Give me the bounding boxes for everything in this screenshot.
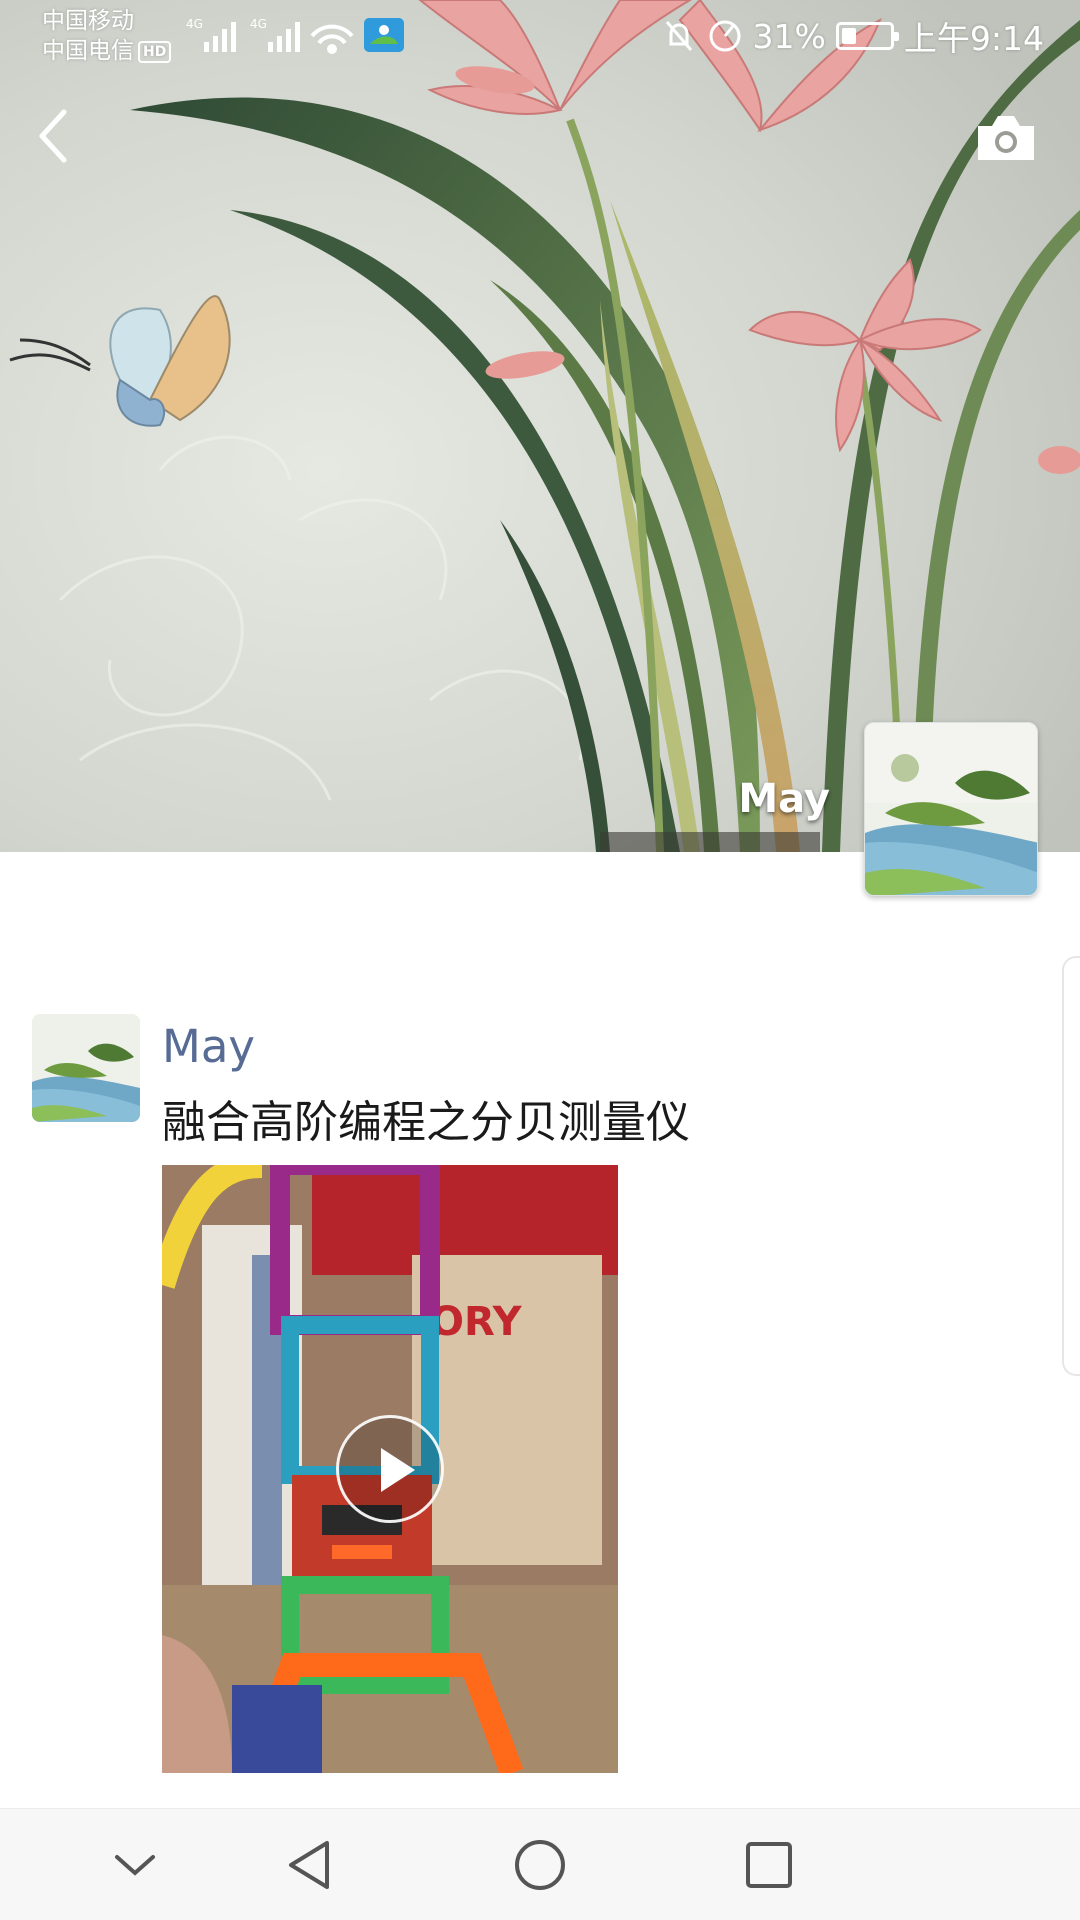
system-nav-bar [0,1808,1080,1920]
profile-avatar[interactable] [864,722,1038,896]
chevron-left-icon[interactable] [28,104,84,168]
home-circle-icon[interactable] [505,1833,575,1897]
post-text: 融合高阶编程之分贝测量仪 [162,1097,690,1148]
camera-icon[interactable] [974,112,1038,164]
cover-user-name: May [738,776,830,822]
battery-percent: 31% [752,16,826,56]
carrier-2: 中国电信 [42,38,134,64]
hd-badge: HD [138,40,172,63]
carrier-1: 中国移动 [42,8,134,34]
post-author-name[interactable]: May [162,1020,255,1073]
side-drawer-handle[interactable] [1062,956,1080,1376]
data-saver-icon [709,20,741,52]
mute-icon [665,21,692,51]
status-right: 31% 上午9:14 [661,14,1044,58]
network-type-1: 4G [186,17,203,31]
svg-text:ORY: ORY [430,1299,523,1345]
clock: 上午9:14 [903,19,1044,58]
carrier-info: 中国移动 中国电信 HD [42,6,172,66]
video-thumbnail[interactable]: ORY [162,1165,618,1773]
recents-square-icon[interactable] [734,1833,804,1897]
play-icon[interactable] [336,1415,444,1523]
hide-nav-icon[interactable] [100,1833,170,1897]
network-type-2: 4G [250,17,267,31]
battery-icon [835,22,899,50]
moments-screen: 中国移动 中国电信 HD 4G 4G 31% 上午9:14 May May 融合… [0,0,1080,1920]
post-avatar[interactable] [32,1014,140,1122]
status-bar: 中国移动 中国电信 HD 4G 4G 31% 上午9:14 [0,0,1080,72]
wifi-icon [310,24,354,54]
app-notification-icon [364,18,404,52]
signal-icon: 4G 4G [186,17,404,54]
back-triangle-icon[interactable] [274,1833,344,1897]
